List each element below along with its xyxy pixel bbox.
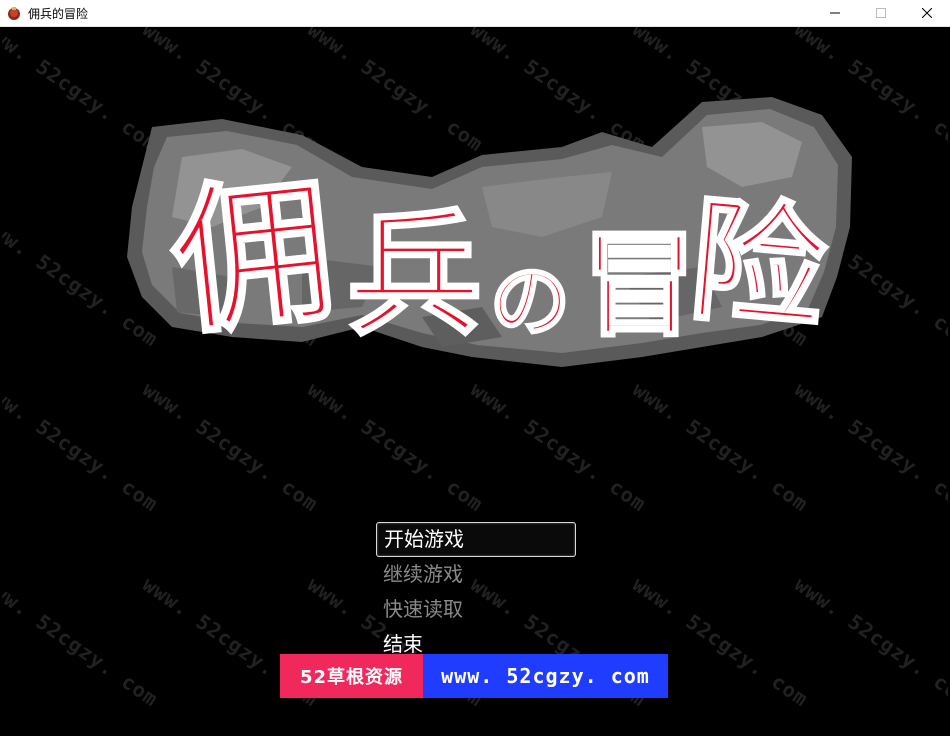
logo-char-2: 兵 — [347, 195, 482, 354]
window-title: 佣兵的冒险 — [28, 6, 89, 21]
minimize-icon — [830, 12, 840, 14]
menu-item-new-game[interactable]: 开始游戏 — [376, 522, 576, 557]
watermark-text: www. 52cgzy. com — [2, 572, 163, 712]
maximize-button[interactable] — [858, 0, 904, 26]
logo-char-5: 险 — [684, 179, 833, 349]
close-icon — [922, 8, 932, 18]
watermark-text: www. 52cgzy. com — [790, 572, 948, 712]
menu-item-continue[interactable]: 继续游戏 — [376, 557, 576, 592]
close-button[interactable] — [904, 0, 950, 26]
game-canvas[interactable]: www. 52cgzy. com www. 52cgzy. com www. 52c… — [2, 27, 948, 734]
maximize-icon — [876, 8, 886, 18]
banner-site-name: 52草根资源 — [280, 654, 423, 698]
window-controls — [812, 0, 950, 26]
logo-char-1: 佣 — [163, 154, 343, 358]
banner-site-url: www. 52cgzy. com — [423, 654, 668, 698]
title-menu: 开始游戏 继续游戏 快速读取 结束 — [376, 522, 576, 662]
site-banner[interactable]: 52草根资源 www. 52cgzy. com — [280, 654, 668, 698]
game-app-icon[interactable] — [6, 5, 22, 21]
game-logo: 佣 兵 の 冒 险 — [127, 97, 852, 367]
logo-char-4: 冒 — [582, 218, 697, 353]
game-window: 佣兵的冒险 www. 52cgzy. com www. 52cgzy. com ww… — [0, 0, 950, 736]
menu-item-quick-load[interactable]: 快速读取 — [376, 592, 576, 627]
minimize-button[interactable] — [812, 0, 858, 26]
title-bar[interactable]: 佣兵的冒险 — [0, 0, 950, 27]
logo-char-3: の — [490, 254, 570, 348]
